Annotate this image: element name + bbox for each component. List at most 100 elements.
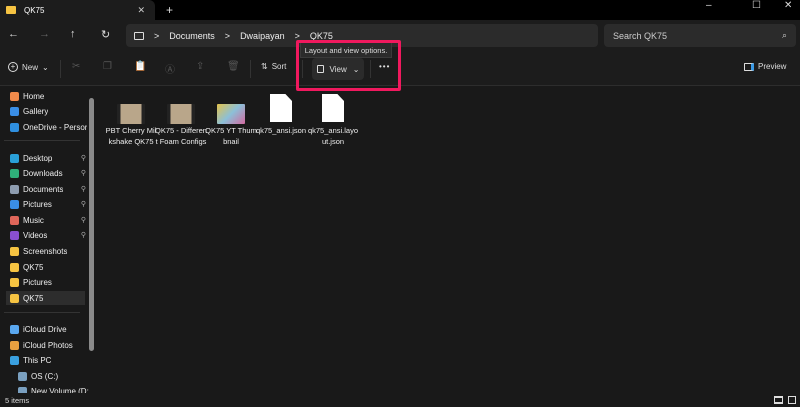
video-thumbnail-icon — [117, 104, 145, 124]
pin-icon[interactable]: ⚲ — [81, 200, 86, 208]
paste-icon[interactable]: 📋 — [134, 61, 146, 72]
forward-button[interactable]: → — [39, 28, 50, 40]
folder-icon — [10, 293, 19, 303]
new-label: New — [22, 62, 39, 72]
sidebar-item-label: Music — [23, 215, 44, 225]
folder-icon — [10, 262, 19, 272]
sidebar-item-qk75[interactable]: QK75 — [6, 291, 85, 305]
breadcrumb-dwaipayan[interactable]: Dwaipayan — [240, 31, 285, 41]
delete-icon[interactable]: 🗑 — [227, 61, 240, 72]
location-icon — [10, 184, 19, 194]
sort-button[interactable]: ⇅ Sort — [261, 62, 286, 71]
sidebar-item-desktop[interactable]: Desktop ⚲ — [10, 151, 88, 165]
file-item[interactable]: qk75_ansi.json — [255, 94, 307, 136]
location-icon — [10, 168, 19, 178]
location-icon — [18, 371, 27, 381]
location-icon — [10, 230, 19, 240]
sidebar-item-onedrive-persor[interactable]: OneDrive - Persor — [10, 120, 88, 134]
location-icon — [10, 122, 19, 132]
sidebar-item-music[interactable]: Music ⚲ — [10, 213, 88, 227]
divider — [4, 312, 80, 313]
sidebar-item-videos[interactable]: Videos ⚲ — [10, 228, 88, 242]
details-view-icon[interactable] — [774, 396, 783, 404]
breadcrumb-sep: > — [294, 30, 300, 41]
preview-button[interactable]: Preview — [744, 62, 786, 71]
location-icon — [10, 340, 19, 350]
sidebar-scrollbar[interactable] — [89, 98, 94, 351]
location-icon — [10, 91, 19, 101]
preview-pane-icon — [744, 62, 754, 71]
pin-icon[interactable]: ⚲ — [81, 154, 86, 162]
location-icon — [10, 199, 19, 209]
new-tab-button[interactable]: + — [166, 3, 173, 17]
sidebar-item-label: QK75 — [23, 293, 44, 303]
tab-title: QK75 — [24, 5, 45, 15]
sidebar-item-label: iCloud Drive — [23, 324, 67, 334]
sidebar-item-label: Screenshots — [23, 246, 68, 256]
tab-qk75[interactable]: QK75 ✕ — [0, 0, 155, 20]
file-item[interactable]: qk75_ansi.layout.json — [307, 94, 359, 147]
computer-icon — [134, 31, 144, 40]
sidebar-item-icloud-drive[interactable]: iCloud Drive — [10, 322, 88, 336]
sidebar-item-screenshots[interactable]: Screenshots — [10, 244, 88, 258]
location-icon — [10, 106, 19, 116]
sidebar-item-os-c-[interactable]: OS (C:) — [18, 369, 96, 383]
pin-icon[interactable]: ⚲ — [81, 169, 86, 177]
search-icon: ⌕ — [781, 30, 787, 40]
file-item[interactable]: QK75 - Different Foam Configs — [155, 94, 207, 147]
sidebar-item-label: QK75 — [23, 262, 44, 272]
folder-icon — [10, 246, 19, 256]
pin-icon[interactable]: ⚲ — [81, 231, 86, 239]
sidebar-item-this-pc[interactable]: This PC — [10, 353, 88, 367]
new-button[interactable]: + New ⌄ — [8, 62, 49, 72]
image-thumbnail-icon — [217, 104, 245, 124]
breadcrumb-documents[interactable]: Documents — [169, 31, 215, 41]
preview-label: Preview — [758, 62, 787, 71]
cut-icon[interactable]: ✂ — [72, 61, 80, 72]
plus-circle-icon: + — [8, 62, 18, 72]
sidebar-item-qk75[interactable]: QK75 — [10, 260, 88, 274]
minimize-button[interactable]: – — [706, 0, 712, 11]
breadcrumb-sep: > — [154, 30, 160, 41]
maximize-button[interactable]: ☐ — [752, 0, 761, 11]
sidebar-item-icloud-photos[interactable]: iCloud Photos — [10, 338, 88, 352]
copy-icon[interactable]: ❐ — [103, 61, 112, 72]
sidebar-item-downloads[interactable]: Downloads ⚲ — [10, 166, 88, 180]
sidebar-item-label: Downloads — [23, 168, 63, 178]
tab-close-icon[interactable]: ✕ — [137, 5, 145, 16]
tiles-view-icon[interactable] — [788, 396, 796, 404]
sidebar-item-pictures[interactable]: Pictures — [10, 275, 88, 289]
sidebar-item-label: This PC — [23, 355, 52, 365]
search-input[interactable]: Search QK75 ⌕ — [604, 24, 796, 47]
file-item[interactable]: PBT Cherry Milkshake QK75 — [105, 94, 157, 147]
sidebar-item-home[interactable]: Home — [10, 89, 88, 103]
up-button[interactable]: ↑ — [70, 28, 76, 40]
share-icon[interactable]: ⇪ — [196, 61, 204, 72]
chevron-down-icon: ⌄ — [42, 62, 49, 72]
close-window-button[interactable]: ✕ — [784, 0, 792, 11]
document-icon — [322, 94, 344, 122]
status-bar: 5 items — [0, 393, 800, 407]
sidebar-item-label: Pictures — [23, 277, 52, 287]
sidebar-item-label: Home — [23, 91, 45, 101]
rename-icon[interactable]: Ⓐ — [165, 61, 175, 76]
video-thumbnail-icon — [167, 104, 195, 124]
pin-icon[interactable]: ⚲ — [81, 185, 86, 193]
sidebar-item-documents[interactable]: Documents ⚲ — [10, 182, 88, 196]
folder-icon — [10, 277, 19, 287]
sidebar-item-pictures[interactable]: Pictures ⚲ — [10, 197, 88, 211]
pin-icon[interactable]: ⚲ — [81, 216, 86, 224]
item-count: 5 items — [5, 395, 30, 405]
sort-label: Sort — [271, 62, 287, 71]
breadcrumb-qk75[interactable]: QK75 — [310, 31, 333, 41]
refresh-button[interactable]: ↻ — [101, 28, 110, 41]
back-button[interactable]: ← — [8, 28, 19, 40]
breadcrumb-sep: > — [224, 30, 231, 41]
sidebar-item-label: Pictures — [23, 199, 52, 209]
file-name: QK75 - Different Foam Configs — [155, 126, 207, 146]
sidebar-item-label: iCloud Photos — [23, 340, 73, 350]
file-item[interactable]: QK75 YT Thumbnail — [205, 94, 257, 147]
sidebar-item-gallery[interactable]: Gallery — [10, 104, 88, 118]
location-icon — [10, 355, 19, 365]
sidebar-item-label: Desktop — [23, 153, 53, 163]
